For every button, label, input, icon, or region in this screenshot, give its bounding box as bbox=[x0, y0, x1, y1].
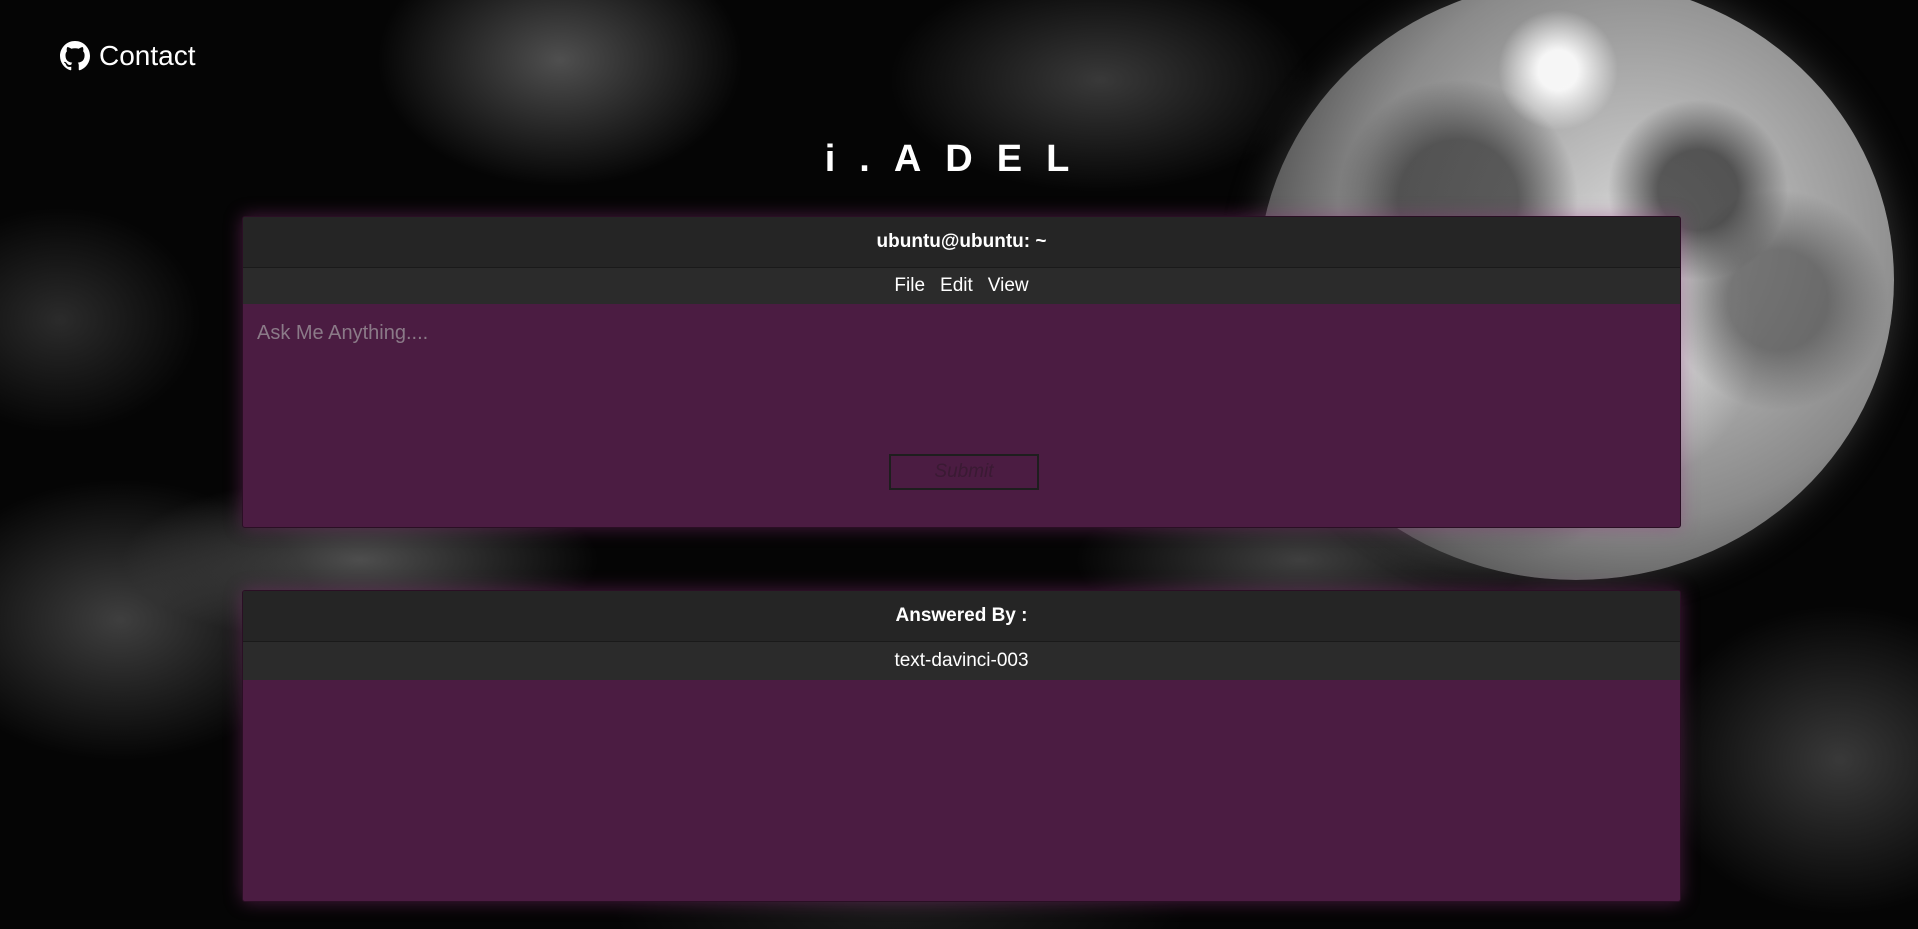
menu-edit[interactable]: Edit bbox=[940, 275, 973, 297]
menu-view[interactable]: View bbox=[988, 275, 1029, 297]
ask-terminal-panel: ubuntu@ubuntu: ~ File Edit View Submit bbox=[242, 216, 1681, 528]
github-icon bbox=[60, 41, 90, 71]
ask-panel-titlebar: ubuntu@ubuntu: ~ bbox=[243, 217, 1680, 268]
answer-panel-titlebar: Answered By : bbox=[243, 591, 1680, 642]
menu-bar: File Edit View bbox=[243, 268, 1680, 304]
answer-output bbox=[243, 680, 1680, 901]
contact-label: Contact bbox=[99, 40, 196, 71]
submit-button[interactable]: Submit bbox=[889, 454, 1039, 490]
menu-file[interactable]: File bbox=[894, 275, 925, 297]
page-background: Contact i.ADEL ubuntu@ubuntu: ~ File Edi… bbox=[0, 0, 1918, 929]
site-title: i.ADEL bbox=[824, 138, 1094, 180]
answer-terminal-panel: Answered By : text-davinci-003 bbox=[242, 590, 1681, 902]
model-name: text-davinci-003 bbox=[243, 642, 1680, 680]
contact-link[interactable]: Contact bbox=[60, 40, 196, 72]
question-input[interactable] bbox=[243, 304, 1680, 434]
